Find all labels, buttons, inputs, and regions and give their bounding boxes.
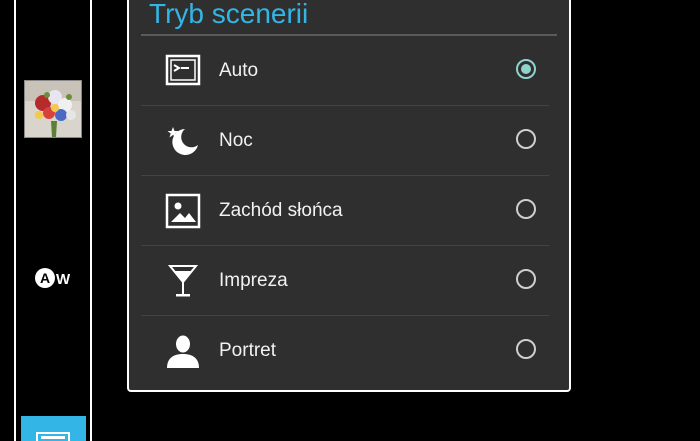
scene-option-list: Auto Noc Zachód słońca Impreza Portret (141, 36, 549, 386)
dialog-title: Tryb scenerii (149, 0, 309, 29)
flower-bouquet-thumbnail (25, 81, 81, 137)
scene-option-label: Noc (219, 130, 253, 151)
radio-unselected[interactable] (516, 269, 536, 289)
scene-mode-icon (36, 432, 70, 441)
scene-option-noc[interactable]: Noc (141, 106, 549, 176)
scene-option-label: Portret (219, 340, 277, 361)
last-photo-thumbnail[interactable] (24, 80, 82, 138)
aw-badge-letter: A (40, 270, 50, 286)
scene-option-auto[interactable]: Auto (141, 36, 549, 106)
landscape-picture-icon (165, 193, 201, 229)
scene-option-label: Zachód słońca (219, 200, 343, 221)
cocktail-glass-icon (165, 263, 201, 299)
camera-screen: A W Tryb scenerii Auto Noc Zachód słońca… (0, 0, 700, 441)
scene-option-impreza[interactable]: Impreza (141, 246, 549, 316)
radio-unselected[interactable] (516, 339, 536, 359)
white-balance-button[interactable]: A W (34, 266, 74, 290)
auto-white-balance-icon: A W (35, 268, 71, 288)
scene-option-label: Auto (219, 60, 259, 81)
scene-mode-button[interactable] (21, 416, 86, 441)
scene-mode-dialog: Tryb scenerii Auto Noc Zachód słońca Imp… (127, 0, 571, 392)
aw-badge-suffix: W (56, 271, 71, 288)
moon-star-icon (165, 123, 201, 159)
radio-unselected[interactable] (516, 129, 536, 149)
radio-selected[interactable] (516, 59, 536, 79)
scene-option-zachod-slonca[interactable]: Zachód słońca (141, 176, 549, 246)
radio-unselected[interactable] (516, 199, 536, 219)
person-silhouette-icon (165, 333, 201, 369)
scene-option-portret[interactable]: Portret (141, 316, 549, 386)
scene-auto-icon (165, 53, 201, 89)
camera-control-strip (14, 0, 92, 441)
scene-option-label: Impreza (219, 270, 288, 291)
